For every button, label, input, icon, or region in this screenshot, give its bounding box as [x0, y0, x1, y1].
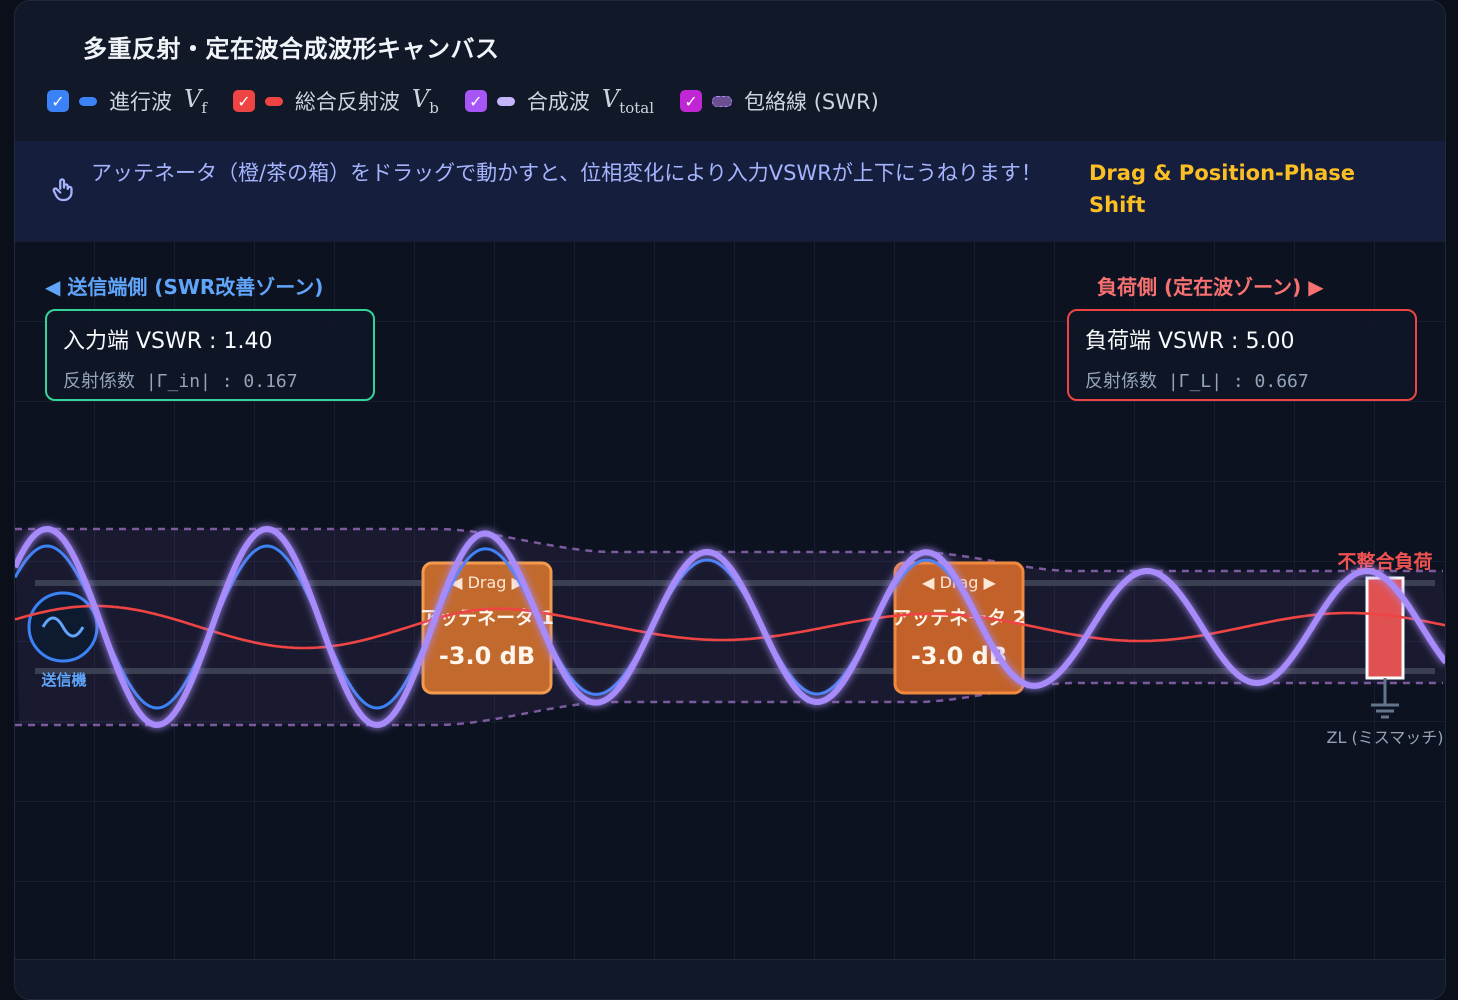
- load-vswr-box: 負荷端 VSWR : 5.00 反射係数 |Γ_L| : 0.667: [1067, 309, 1417, 401]
- source-label: 送信機: [40, 671, 86, 689]
- total-swatch: [496, 96, 515, 106]
- checkbox-forward[interactable]: ✓: [47, 90, 69, 112]
- legend-label-envelope: 包絡線 (SWR): [744, 90, 879, 114]
- attenuator-1-drag: ◀ Drag ▶: [450, 573, 524, 592]
- legend-math-total: Vtotal: [601, 85, 655, 117]
- hand-pointer-icon: [52, 178, 73, 202]
- envelope-swatch: [712, 95, 733, 107]
- legend-math-reflected: Vb: [411, 85, 439, 117]
- info-banner: アッテネータ（橙/茶の箱）をドラッグで動かすと、位相変化により入力VSWRが上下…: [15, 141, 1445, 242]
- load-vswr: 負荷端 VSWR : 5.00: [1085, 329, 1295, 354]
- page-title: 多重反射・定在波合成波形キャンバス: [83, 35, 500, 63]
- input-vswr-box: 入力端 VSWR : 1.40 反射係数 |Γ_in| : 0.167: [45, 309, 375, 401]
- checkbox-envelope[interactable]: ✓: [680, 90, 703, 112]
- legend-item-reflected[interactable]: ✓ 総合反射波 Vb: [232, 85, 439, 117]
- send-zone-title: ◀ 送信端側 (SWR改善ゾーン): [45, 275, 324, 299]
- reflected-swatch: [264, 96, 283, 106]
- load-label: ZL (ミスマッチ): [1327, 728, 1444, 747]
- checkbox-reflected[interactable]: ✓: [232, 90, 255, 112]
- legend-label-total: 合成波: [526, 90, 590, 114]
- footer: [15, 959, 1445, 999]
- legend-label-forward: 進行波: [109, 90, 172, 114]
- input-vswr: 入力端 VSWR : 1.40: [63, 329, 273, 354]
- legend-math-forward: Vf: [184, 85, 207, 117]
- legend-item-envelope[interactable]: ✓ 包絡線 (SWR): [680, 86, 879, 116]
- waveform-canvas[interactable]: 送信機 ◀ Drag ▶ アッテネータ 1 -3.0 dB ◀ Drag ▶ ア…: [15, 241, 1445, 959]
- legend-item-total[interactable]: ✓ 合成波 Vtotal: [464, 85, 655, 117]
- legend-label-reflected: 総合反射波: [294, 90, 400, 114]
- checkbox-total[interactable]: ✓: [464, 90, 487, 112]
- info-text: アッテネータ（橙/茶の箱）をドラッグで動かすと、位相変化により入力VSWRが上下…: [91, 161, 1042, 185]
- forward-swatch: [79, 96, 97, 106]
- info-tag: Drag & Position-Phase Shift: [1089, 161, 1356, 217]
- attenuator-2-name: アッテネータ 2: [892, 607, 1026, 629]
- legend: ✓ 進行波 Vf ✓ 総合反射波 Vb ✓ 合成波 Vtotal ✓ 包絡線 (…: [47, 85, 905, 117]
- input-gamma: 反射係数 |Γ_in| : 0.167: [63, 371, 298, 392]
- header: 多重反射・定在波合成波形キャンバス ✓ 進行波 Vf ✓ 総合反射波 Vb ✓ …: [15, 1, 1445, 142]
- attenuator-1-value: -3.0 dB: [439, 642, 535, 670]
- legend-item-forward[interactable]: ✓ 進行波 Vf: [47, 85, 207, 117]
- load-gamma: 反射係数 |Γ_L| : 0.667: [1085, 371, 1309, 392]
- load-title: 不整合負荷: [1337, 550, 1432, 573]
- app-window: 多重反射・定在波合成波形キャンバス ✓ 進行波 Vf ✓ 総合反射波 Vb ✓ …: [14, 0, 1446, 1000]
- attenuator-1[interactable]: ◀ Drag ▶ アッテネータ 1 -3.0 dB: [420, 561, 554, 695]
- load-zone-title: 負荷側 (定在波ゾーン) ▶: [1097, 275, 1324, 299]
